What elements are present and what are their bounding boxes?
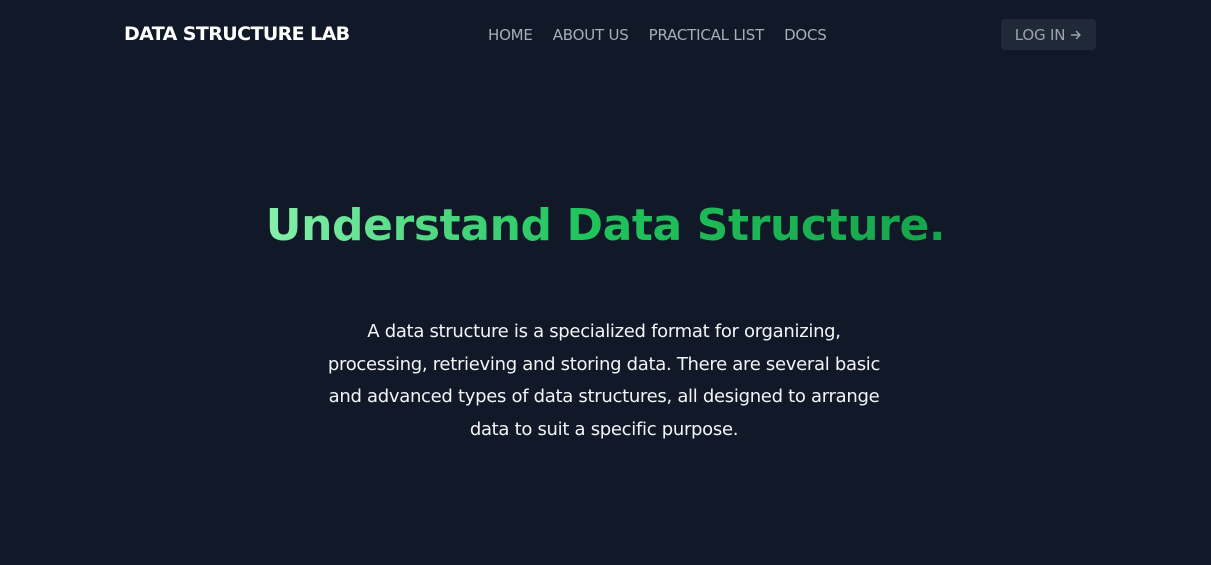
nav-link-about-us[interactable]: ABOUT US (553, 26, 629, 44)
hero-description: A data structure is a specialized format… (327, 321, 881, 440)
brand-logo-link[interactable]: DATA STRUCTURE LAB (124, 23, 350, 45)
nav-links: HOME ABOUT US PRACTICAL LIST DOCS (488, 26, 827, 44)
login-button[interactable]: LOG IN (1001, 19, 1096, 50)
nav-link-docs[interactable]: DOCS (784, 26, 827, 44)
nav-link-practical-list[interactable]: PRACTICAL LIST (649, 26, 765, 44)
arrow-right-icon (1070, 29, 1082, 41)
hero-title: Understand Data Structure. (0, 200, 1211, 251)
page: DATA STRUCTURE LAB HOME ABOUT US PRACTIC… (0, 0, 1211, 565)
login-button-label: LOG IN (1014, 25, 1066, 44)
nav-link-home[interactable]: HOME (488, 26, 533, 44)
navbar: DATA STRUCTURE LAB HOME ABOUT US PRACTIC… (0, 0, 1211, 72)
hero-title-text: Understand Data Structure. (265, 200, 946, 251)
